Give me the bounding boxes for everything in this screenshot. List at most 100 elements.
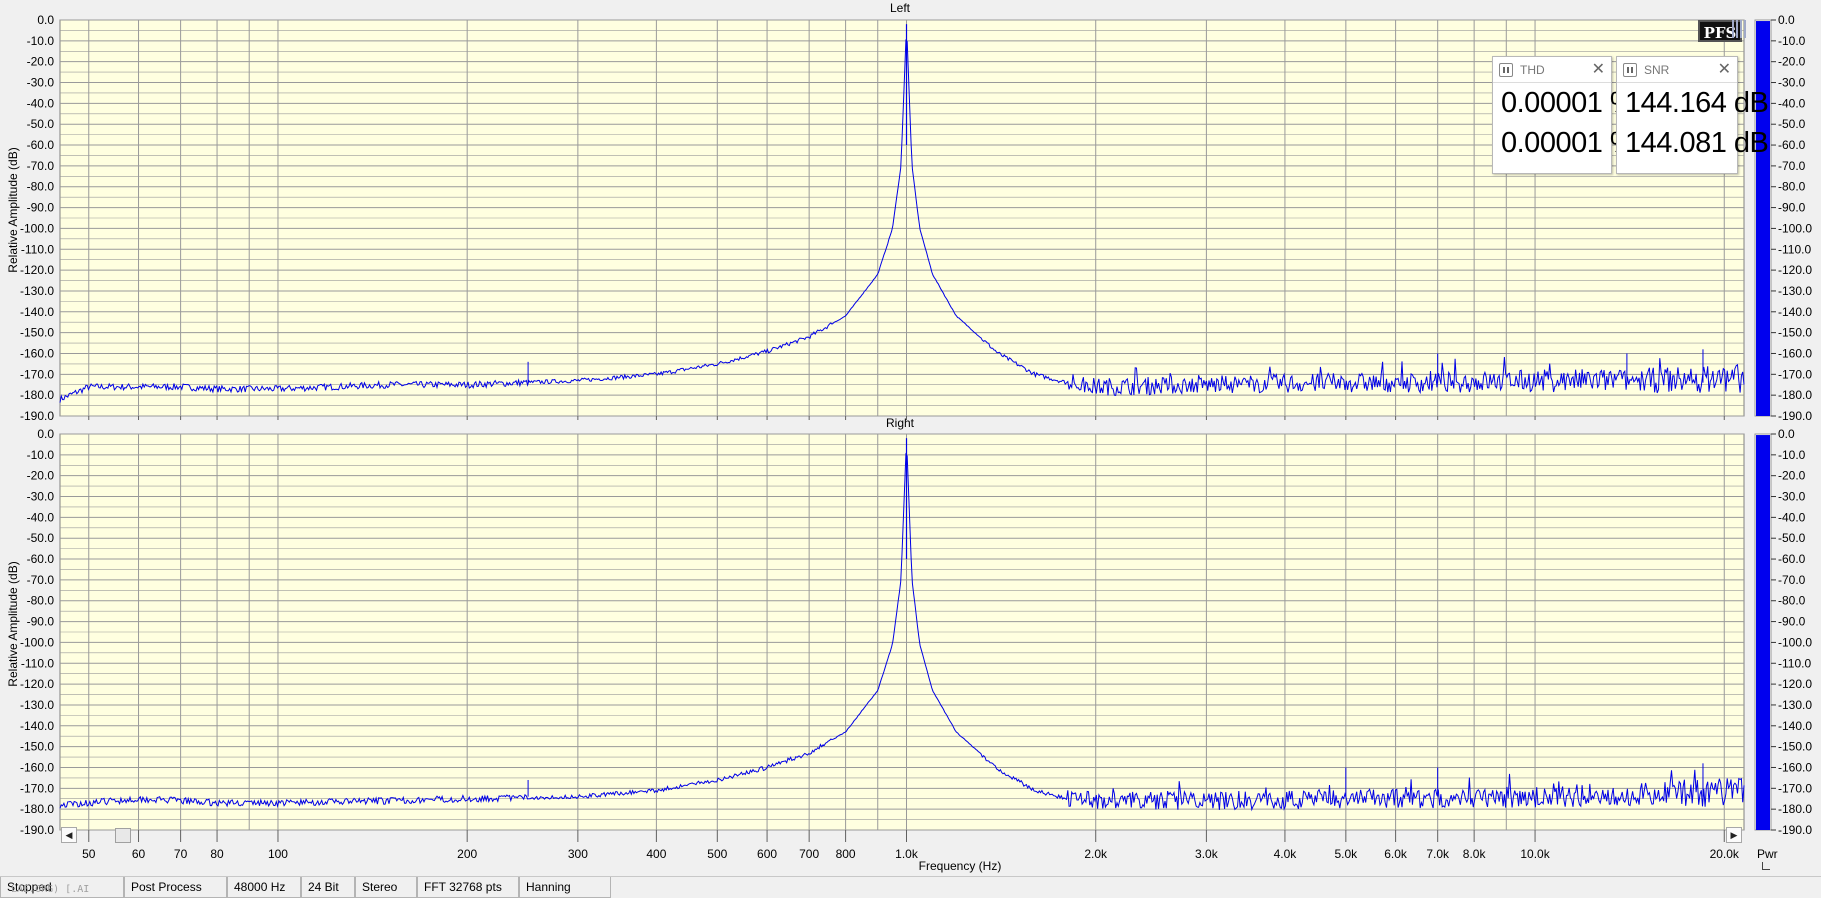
snr-widget[interactable]: SNR ✕ 144.164 dB 144.081 dB (1616, 56, 1769, 174)
x-tick-label: 200 (457, 847, 477, 861)
meter-tick-label: -170.0 (1778, 367, 1812, 381)
close-icon[interactable]: ✕ (1718, 61, 1731, 78)
y-tick-label: -120.0 (20, 677, 54, 691)
x-tick-label: 3.0k (1195, 847, 1219, 861)
meter-tick-label: -190.0 (1778, 409, 1812, 423)
status-fft-size[interactable]: FFT 32768 pts (417, 877, 519, 898)
meter-tick-label: -90.0 (1778, 201, 1806, 215)
meter-tick-label: -110.0 (1778, 242, 1811, 256)
x-tick-label: 800 (836, 847, 856, 861)
meter-tick-label: -110.0 (1778, 656, 1811, 670)
snr-right-value: 144.081 dB (1625, 127, 1769, 159)
y-tick-label: -80.0 (27, 594, 55, 608)
meter-tick-label: 0.0 (1778, 427, 1795, 441)
meter-tick-label: -70.0 (1778, 159, 1806, 173)
meter-tick-label: -180.0 (1778, 802, 1812, 816)
y-tick-label: -150.0 (20, 326, 54, 340)
x-tick-label: 10.0k (1520, 847, 1550, 861)
meter-tick-label: -80.0 (1778, 180, 1806, 194)
y-tick-label: -60.0 (27, 552, 55, 566)
y-tick-label: -50.0 (27, 117, 55, 131)
power-meter-label: Pwr (1757, 847, 1778, 861)
thd-widget-header[interactable]: THD ✕ (1493, 57, 1611, 83)
x-axis-label: Frequency (Hz) (918, 859, 1002, 873)
right-channel-plot[interactable]: 0.0 -10.0 -20.0 -30.0 -40.0 -50.0 -60.0 -70.0 -8… (0, 414, 1821, 864)
y-tick-label: -110.0 (21, 242, 54, 256)
meter-tick-label: -70.0 (1778, 573, 1806, 587)
pin-icon[interactable] (1499, 62, 1513, 77)
y-tick-label: -130.0 (20, 698, 54, 712)
meter-tick-label: -40.0 (1778, 96, 1806, 110)
y-tick-label: 0.0 (37, 427, 54, 441)
y-tick-label: -130.0 (20, 284, 54, 298)
meter-tick-label: -170.0 (1778, 781, 1812, 795)
y-tick-label: -150.0 (20, 740, 54, 754)
y-tick-label: -100.0 (20, 635, 54, 649)
x-tick-label: 300 (568, 847, 588, 861)
meter-tick-label: -130.0 (1778, 698, 1812, 712)
meter-tick-label: -80.0 (1778, 594, 1806, 608)
meter-tick-label: -40.0 (1778, 510, 1806, 524)
x-tick-label: 7.0k (1426, 847, 1450, 861)
meter-bar (1756, 435, 1770, 830)
status-bar: Stopped LAE.ORG) [.AI Post Process 48000… (0, 876, 1821, 898)
x-tick-label: 500 (707, 847, 727, 861)
close-icon[interactable]: ✕ (1592, 61, 1605, 78)
x-tick-label: 2.0k (1084, 847, 1108, 861)
meter-tick-label: -190.0 (1778, 823, 1812, 837)
y-tick-label: -160.0 (20, 346, 54, 360)
y-tick-label: -110.0 (21, 656, 54, 670)
x-tick-label: 80 (210, 847, 224, 861)
meter-tick-label: -30.0 (1778, 76, 1806, 90)
scroll-right-button[interactable]: ▶ (1726, 827, 1742, 843)
x-tick-label: 700 (799, 847, 819, 861)
y-tick-label: -90.0 (27, 201, 55, 215)
meter-tick-label: -10.0 (1778, 448, 1806, 462)
y-tick-label: -20.0 (27, 55, 55, 69)
meter-tick-label: -160.0 (1778, 760, 1812, 774)
x-tick-label: 20.0k (1710, 847, 1740, 861)
status-sample-rate[interactable]: 48000 Hz (227, 877, 301, 898)
y-tick-label: -120.0 (20, 263, 54, 277)
pin-icon[interactable] (1623, 62, 1637, 77)
spectrum-analyzer-window: Left Right Relative Amplitude (dB) Relat… (0, 0, 1821, 898)
meter-tick-label: -120.0 (1778, 263, 1812, 277)
x-tick-label: 8.0k (1463, 847, 1487, 861)
thd-widget[interactable]: THD ✕ 0.00001 % 0.00001 % (1492, 56, 1636, 174)
status-bit-depth[interactable]: 24 Bit (301, 877, 355, 898)
y-tick-label: -80.0 (27, 180, 55, 194)
y-tick-label: -90.0 (27, 615, 55, 629)
status-window[interactable]: Hanning (519, 877, 611, 898)
app-logo: PFS (1698, 20, 1748, 44)
x-tick-label: 600 (757, 847, 777, 861)
y-tick-label: -40.0 (27, 96, 55, 110)
y-tick-label: -180.0 (20, 802, 54, 816)
thd-left-value: 0.00001 % (1501, 87, 1636, 119)
y-tick-label: -20.0 (27, 469, 55, 483)
meter-tick-label: -140.0 (1778, 719, 1812, 733)
snr-widget-header[interactable]: SNR ✕ (1617, 57, 1737, 83)
meter-tick-label: -50.0 (1778, 117, 1806, 131)
y-tick-label: -170.0 (20, 781, 54, 795)
meter-tick-label: -160.0 (1778, 346, 1812, 360)
y-tick-label: -180.0 (20, 388, 54, 402)
status-state: Stopped LAE.ORG) [.AI (0, 877, 124, 898)
y-tick-label: -160.0 (20, 760, 54, 774)
y-tick-label: -70.0 (27, 159, 55, 173)
y-tick-label: -100.0 (20, 221, 54, 235)
x-tick-label: 50 (82, 847, 96, 861)
meter-bar (1756, 21, 1770, 416)
status-channels[interactable]: Stereo (355, 877, 417, 898)
x-tick-label: 400 (646, 847, 666, 861)
meter-tick-label: -20.0 (1778, 55, 1806, 69)
meter-resize-handle[interactable] (1762, 862, 1770, 870)
meter-tick-label: -60.0 (1778, 552, 1806, 566)
meter-tick-label: -20.0 (1778, 469, 1806, 483)
meter-tick-label: -50.0 (1778, 531, 1806, 545)
meter-tick-label: -150.0 (1778, 326, 1812, 340)
status-post-process[interactable]: Post Process (124, 877, 227, 898)
meter-tick-label: -150.0 (1778, 740, 1812, 754)
x-tick-label: 5.0k (1334, 847, 1358, 861)
scroll-left-button[interactable]: ◀ (61, 827, 77, 843)
scroll-thumb[interactable] (115, 828, 131, 843)
